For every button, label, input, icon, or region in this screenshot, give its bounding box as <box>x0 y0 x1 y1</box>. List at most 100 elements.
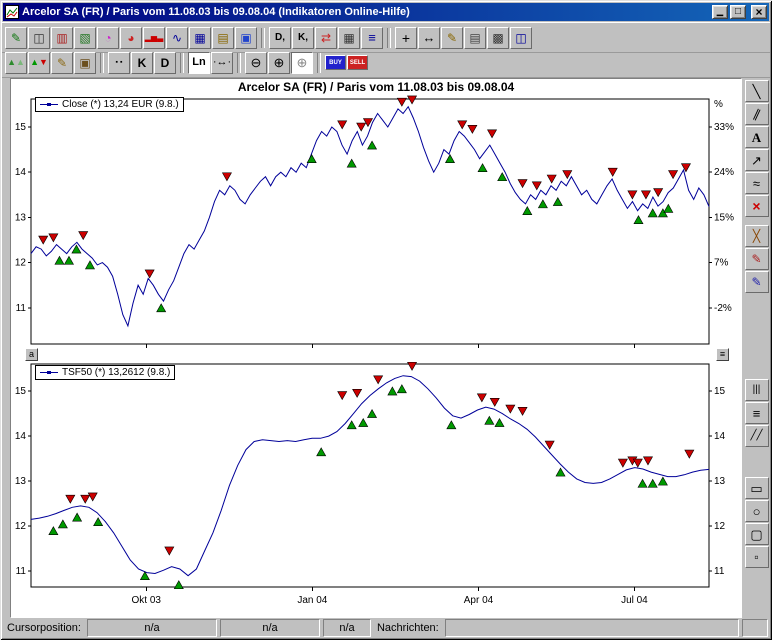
svg-text:Okt 03: Okt 03 <box>132 595 162 606</box>
mountain-chart-icon[interactable]: ▲▲ <box>5 52 27 74</box>
indicator-chart-canvas[interactable]: 15141312111514131211Okt 03Jan 04Apr 04Ju… <box>11 362 739 615</box>
svg-text:Apr 04: Apr 04 <box>464 595 494 606</box>
indicator-legend-label: TSF50 (*) 13,2612 (9.8.) <box>62 367 170 378</box>
svg-text:Jul 04: Jul 04 <box>621 595 648 606</box>
hatch-vertical-tool[interactable]: ||| <box>745 379 769 401</box>
maximize-icon: □ <box>735 7 741 17</box>
rectangle-tool[interactable]: ▭ <box>745 477 769 499</box>
separator <box>387 28 391 48</box>
zoom-mode-button[interactable]: ⊕ <box>291 52 313 74</box>
chart-shift-icon[interactable]: ▧ <box>74 27 96 49</box>
ellipse-tool[interactable]: ○ <box>745 500 769 522</box>
app-window: Arcelor SA (FR) / Paris vom 11.08.03 bis… <box>0 0 772 640</box>
svg-text:13: 13 <box>714 476 726 487</box>
svg-text:13: 13 <box>15 476 27 487</box>
price-chart-canvas[interactable]: 151413121133%24%15%7%-2%% <box>11 94 739 348</box>
price-legend-label: Close (*) 13,24 EUR (9.8.) <box>62 99 179 110</box>
donut-analysis-icon[interactable]: ◔ <box>97 27 119 49</box>
crossed-pencils-tool[interactable]: ╳ <box>745 225 769 247</box>
svg-text:12: 12 <box>15 258 27 269</box>
separator <box>747 218 767 224</box>
pencil-blue-tool[interactable]: ✎ <box>745 271 769 293</box>
resize-grip <box>742 619 768 637</box>
svg-text:14: 14 <box>714 431 726 442</box>
ln-scale-button[interactable]: Ln <box>188 52 210 74</box>
toolbar-chart: ▲▲▲▼✎▣▪ ▪KDLn·↔·⊖⊕⊕BUYSELL <box>2 48 770 78</box>
panel-a-button[interactable]: a <box>25 348 38 361</box>
svg-text:Jan 04: Jan 04 <box>297 595 327 606</box>
notes-icon[interactable]: ▤ <box>464 27 486 49</box>
table-view-icon[interactable]: ▦ <box>338 27 360 49</box>
news-field <box>445 619 739 637</box>
compress-button[interactable]: ·↔· <box>211 52 233 74</box>
titlebar[interactable]: Arcelor SA (FR) / Paris vom 11.08.03 bis… <box>3 3 769 21</box>
cursor-position-label: Cursorposition: <box>4 622 84 634</box>
weekly-period-button[interactable]: K, <box>292 27 314 49</box>
compare-icon[interactable]: ⇄ <box>315 27 337 49</box>
arrow-tool[interactable]: ↗ <box>745 149 769 171</box>
bar-compare-icon[interactable]: ▥ <box>51 27 73 49</box>
buy-button[interactable]: BUY <box>325 55 346 70</box>
separator <box>747 294 767 378</box>
d-chart-button[interactable]: D <box>154 52 176 74</box>
minimize-button[interactable]: ▁ <box>712 5 728 19</box>
data-tape-icon[interactable]: ▤ <box>212 27 234 49</box>
svg-text:12: 12 <box>714 521 726 532</box>
cursor-y-field: n/a <box>220 619 320 637</box>
zoom-in-button[interactable]: ⊕ <box>268 52 290 74</box>
copy-chart-icon[interactable]: ◫ <box>28 27 50 49</box>
histogram-icon[interactable]: ▂▅▃ <box>143 27 165 49</box>
channel-tool[interactable]: ∥ <box>745 103 769 125</box>
svg-text:33%: 33% <box>714 122 734 133</box>
svg-text:15%: 15% <box>714 212 734 223</box>
pie-analysis-icon[interactable]: ◕ <box>120 27 142 49</box>
chart-area: Arcelor SA (FR) / Paris vom 11.08.03 bis… <box>10 78 742 618</box>
quote-table-icon[interactable]: ▦ <box>189 27 211 49</box>
chart-edit-icon[interactable]: ✎ <box>5 27 27 49</box>
properties-icon[interactable]: ▣ <box>74 52 96 74</box>
small-rect-tool[interactable]: ▫ <box>745 546 769 568</box>
text-tool[interactable]: A <box>745 126 769 148</box>
separator <box>237 53 241 73</box>
daily-period-button[interactable]: D, <box>269 27 291 49</box>
svg-text:13: 13 <box>15 212 27 223</box>
separator <box>261 28 265 48</box>
rounded-rect-tool[interactable]: ▢ <box>745 523 769 545</box>
maximize-button[interactable]: □ <box>730 5 746 19</box>
sell-button[interactable]: SELL <box>347 55 368 70</box>
svg-text:11: 11 <box>714 566 725 577</box>
wave-tool[interactable]: ≈ <box>745 172 769 194</box>
indicator-legend: TSF50 (*) 13,2612 (9.8.) <box>35 365 175 380</box>
panel-options-button[interactable]: ≡ <box>716 348 729 361</box>
k-chart-button[interactable]: K <box>131 52 153 74</box>
crosshair-icon[interactable]: + <box>395 27 417 49</box>
draw-indicator-icon[interactable]: ✎ <box>51 52 73 74</box>
price-legend: Close (*) 13,24 EUR (9.8.) <box>35 97 184 112</box>
svg-text:15: 15 <box>714 386 726 397</box>
legend-line-sample <box>40 371 58 374</box>
separator <box>100 53 104 73</box>
zoom-out-button[interactable]: ⊖ <box>245 52 267 74</box>
window-controls: ▁ □ × <box>712 5 767 19</box>
trendline-tool[interactable]: ╲ <box>745 80 769 102</box>
pencil-red-tool[interactable]: ✎ <box>745 248 769 270</box>
move-icon[interactable]: ↔ <box>418 27 440 49</box>
cursor-value-field: n/a <box>323 619 371 637</box>
hatch-diagonal-tool[interactable]: ╱╱ <box>745 425 769 447</box>
line-style-button[interactable]: ▪ ▪ <box>108 52 130 74</box>
delete-drawing-tool[interactable]: × <box>745 195 769 217</box>
separator <box>180 53 184 73</box>
svg-text:11: 11 <box>16 566 27 577</box>
list-view-icon[interactable]: ≡ <box>361 27 383 49</box>
svg-text:14: 14 <box>15 431 27 442</box>
chart-title: Arcelor SA (FR) / Paris vom 11.08.03 bis… <box>11 80 741 94</box>
svg-text:11: 11 <box>16 303 27 314</box>
signals-icon[interactable]: ▲▼ <box>28 52 50 74</box>
blue-panel-icon[interactable]: ▣ <box>235 27 257 49</box>
matrix-icon[interactable]: ▩ <box>487 27 509 49</box>
layout-icon[interactable]: ◫ <box>510 27 532 49</box>
line-study-icon[interactable]: ∿ <box>166 27 188 49</box>
close-button[interactable]: × <box>751 5 767 19</box>
hatch-horizontal-tool[interactable]: ≡ <box>745 402 769 424</box>
annotate-icon[interactable]: ✎ <box>441 27 463 49</box>
